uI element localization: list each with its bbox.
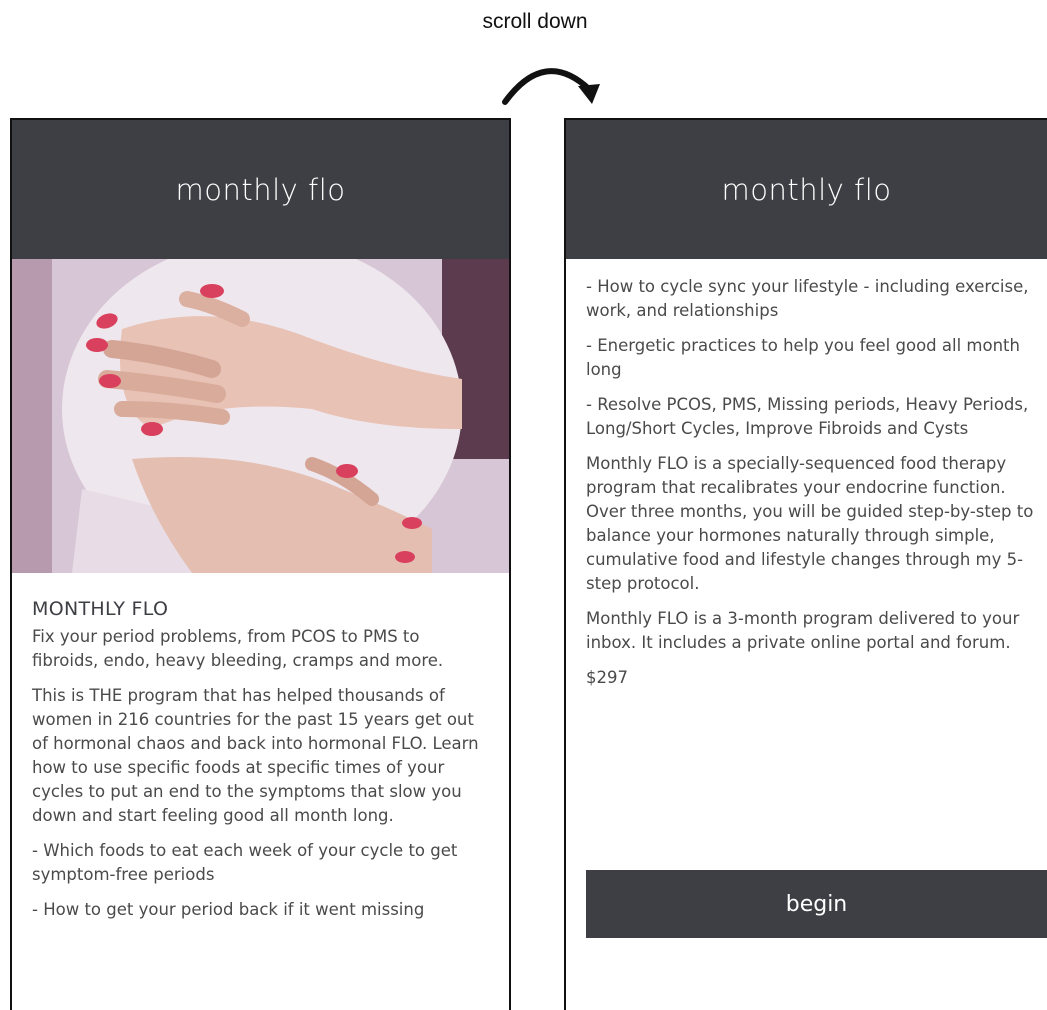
benefit-item: - How to get your period back if it went…: [32, 900, 425, 919]
program-delivery: Monthly FLO is a 3-month program deliver…: [586, 609, 1020, 652]
program-tagline: Fix your period problems, from PCOS to P…: [32, 627, 444, 670]
phone-screen-scrolled: monthly flo - How to cycle sync your lif…: [564, 118, 1047, 1010]
program-price: $297: [586, 668, 628, 687]
hero-image: [12, 259, 509, 573]
program-heading: MONTHLY FLO: [32, 598, 169, 620]
benefit-item: - Resolve PCOS, PMS, Missing periods, He…: [586, 395, 1029, 438]
benefit-item: - Which foods to eat each week of your c…: [32, 841, 458, 884]
program-intro: This is THE program that has helped thou…: [32, 686, 479, 825]
benefit-item: - How to cycle sync your lifestyle - inc…: [586, 277, 1029, 320]
benefit-item: - Energetic practices to help you feel g…: [586, 336, 1020, 379]
program-description-top: MONTHLY FLO Fix your period problems, fr…: [12, 573, 509, 922]
begin-button[interactable]: begin: [586, 870, 1047, 938]
program-details: Monthly FLO is a specially-sequenced foo…: [586, 454, 1034, 593]
curved-arrow-icon: [502, 68, 600, 105]
app-title: monthly flo: [721, 172, 892, 207]
app-header: monthly flo: [566, 120, 1047, 259]
program-description-bottom: - How to cycle sync your lifestyle - inc…: [566, 259, 1047, 690]
app-header: monthly flo: [12, 120, 509, 259]
app-title: monthly flo: [175, 172, 346, 207]
begin-button-label: begin: [785, 891, 848, 917]
scroll-down-caption: scroll down: [482, 10, 588, 33]
phone-screen-top: monthly flo MONTHLY FLO Fix your period …: [10, 118, 511, 1010]
